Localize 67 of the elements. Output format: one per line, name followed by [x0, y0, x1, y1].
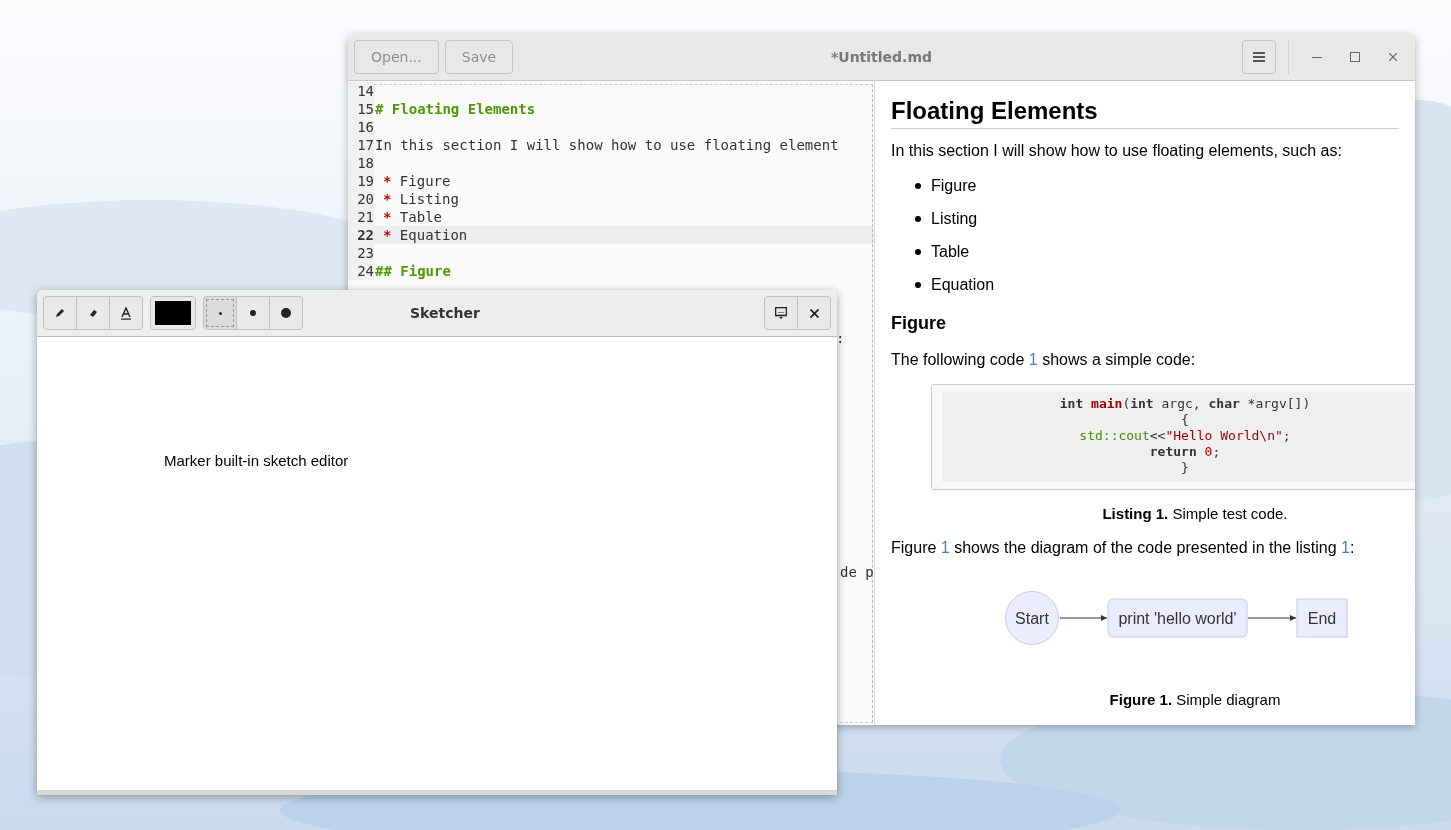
caption: Listing 1. Simple test code. — [1101, 504, 1289, 524]
dot-icon — [281, 308, 291, 318]
line-number: 19 — [348, 172, 374, 190]
diagram-node: End — [1296, 598, 1348, 638]
line-number: 16 — [348, 118, 374, 136]
close-button[interactable] — [797, 296, 831, 330]
diagram-node: print 'hello world' — [1107, 598, 1248, 638]
code-line: return 0; — [1148, 444, 1222, 460]
code-line: } — [1180, 460, 1190, 476]
text-icon — [120, 306, 132, 320]
arrow — [1247, 615, 1297, 621]
preview-heading: Floating Elements — [891, 97, 1399, 129]
canvas-text: Marker built-in sketch editor — [164, 452, 349, 469]
code-text: ## Figure — [374, 262, 451, 280]
screen-icon-button[interactable] — [764, 296, 798, 330]
color-picker[interactable] — [150, 296, 196, 330]
maximize-icon — [1350, 52, 1360, 62]
list-item: Listing — [931, 209, 978, 228]
line-number: 24 — [348, 262, 374, 280]
code-text: : — [836, 329, 845, 347]
line-number: 15 — [348, 100, 374, 118]
brush-size-button[interactable] — [236, 296, 270, 330]
reference-link[interactable]: 1 — [1341, 539, 1350, 556]
paragraph: The following code 1 shows a simple code: — [891, 350, 1197, 370]
code-text: * Table — [382, 208, 442, 226]
line-number: 17 — [348, 136, 374, 154]
line-number: 20 — [348, 190, 374, 208]
list-item: Equation — [931, 275, 995, 294]
paragraph: Figure 1 shows the diagram of the code presented in the listing 1: — [891, 538, 1356, 558]
line-number: 21 — [348, 208, 374, 226]
line-number: 22 — [348, 226, 374, 244]
code-text: * Figure — [382, 172, 451, 190]
caption: Figure 1. Simple diagram — [1108, 690, 1282, 710]
reference-link[interactable]: 1 — [940, 539, 950, 556]
code-text: de p — [840, 563, 874, 581]
text-tool[interactable] — [109, 296, 143, 330]
diagram-node: Start — [1005, 591, 1059, 645]
drawing-canvas[interactable]: Marker built-in sketch editor — [37, 337, 837, 790]
reference-link[interactable]: 1 — [1028, 351, 1038, 368]
code-text: * Equation — [382, 226, 468, 244]
code-line: std::cout<<"Hello World\n"; — [1078, 428, 1292, 444]
menu-icon — [1253, 52, 1265, 62]
dot-icon — [250, 310, 256, 316]
list-item: Figure — [931, 176, 977, 195]
monitor-icon — [775, 306, 787, 320]
line-number: 14 — [348, 82, 374, 100]
code-text: In this section I will show how to use floating element — [374, 136, 839, 154]
window-title: *Untitled.md — [829, 49, 934, 65]
close-icon — [1389, 53, 1397, 61]
pencil-tool[interactable] — [43, 296, 77, 330]
line-number: 23 — [348, 244, 374, 262]
code-line: { — [1180, 412, 1190, 428]
arrow — [1059, 615, 1108, 621]
close-icon — [809, 308, 819, 318]
dot-icon — [218, 311, 222, 315]
code-text: # Floating Elements — [374, 100, 536, 118]
code-text: * Listing — [382, 190, 459, 208]
window-title: Sketcher — [410, 305, 481, 321]
eraser-icon — [87, 307, 99, 319]
code-line: int main(int argc, char *argv[]) — [1058, 396, 1312, 412]
line-number: 18 — [348, 154, 374, 172]
menu-button[interactable] — [1242, 40, 1276, 74]
preview-subheading: Figure — [891, 313, 947, 334]
paragraph: In this section I will show how to use floating elements, such as: — [891, 141, 1343, 161]
list-item: Table — [931, 242, 970, 261]
brush-size-button[interactable] — [269, 296, 303, 330]
pencil-icon — [54, 307, 66, 319]
